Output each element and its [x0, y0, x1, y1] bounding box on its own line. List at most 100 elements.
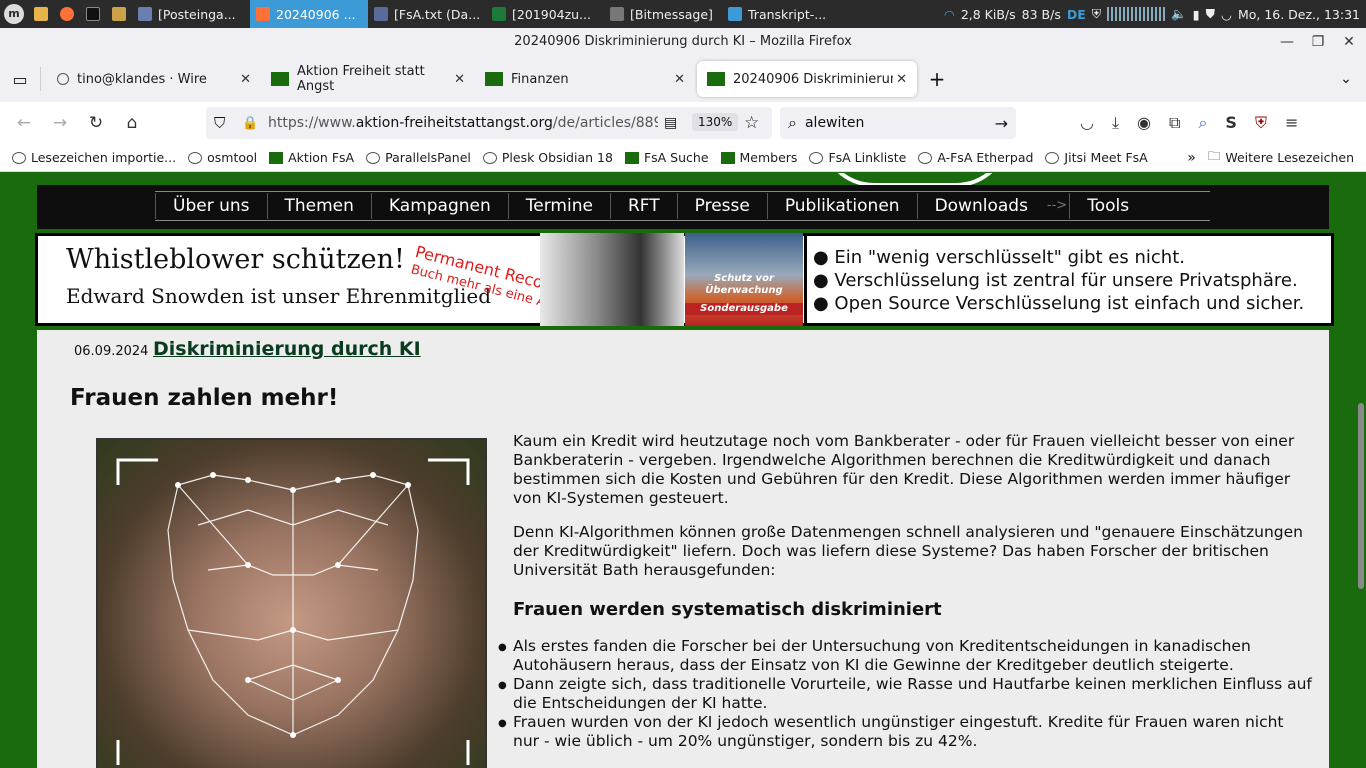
forward-button[interactable]: → [42, 113, 78, 133]
close-tab-icon[interactable]: ✕ [454, 72, 465, 87]
list-item: Als erstes fanden die Forscher bei der U… [498, 637, 1313, 675]
fsa-logo-icon [271, 72, 289, 86]
tracking-shield-icon[interactable]: ⛉ [214, 114, 225, 132]
tab-overview-icon[interactable]: ▭ [0, 70, 40, 89]
other-bookmarks-label: Weitere Lesezeichen [1225, 150, 1354, 165]
close-tab-icon[interactable]: ✕ [674, 72, 685, 87]
ublock-icon[interactable]: ⛨ [1255, 113, 1267, 133]
lock-icon[interactable]: 🔒 [242, 116, 258, 131]
search-extension-icon[interactable]: ⌕ [1198, 113, 1207, 133]
menu-item[interactable]: Publikationen [766, 193, 917, 219]
bookmark-item[interactable]: Members [715, 150, 804, 165]
clock[interactable]: Mo, 16. Dez., 13:31 [1238, 7, 1360, 22]
bookmark-item[interactable]: FsA Linkliste [803, 150, 912, 165]
close-tab-icon[interactable]: ✕ [896, 72, 907, 87]
tab-finanzen[interactable]: Finanzen ✕ [475, 61, 695, 97]
bookmark-label: Members [739, 150, 798, 165]
minimize-button[interactable]: — [1273, 28, 1301, 56]
app-icon [374, 7, 388, 21]
pocket-icon[interactable]: ◡ [1080, 113, 1094, 133]
other-bookmarks-folder[interactable]: 🗀 Weitere Lesezeichen [1202, 147, 1366, 168]
bookmark-star-icon[interactable]: ☆ [744, 113, 759, 133]
more-bookmarks-chevron-icon[interactable]: » [1181, 150, 1202, 166]
menu-item[interactable]: Downloads [916, 193, 1045, 219]
launcher-folder[interactable] [106, 0, 132, 28]
taskbar-item[interactable]: 20240906 ... [250, 0, 368, 28]
bookmark-item[interactable]: A-FsA Etherpad [912, 150, 1039, 165]
taskbar-item[interactable]: Transkript-... [722, 0, 840, 28]
taskbar-item[interactable]: [Posteinga... [132, 0, 250, 28]
menu-item[interactable]: Presse [676, 193, 767, 219]
book-cover[interactable]: Schutz vor Überwachung Sonderausgabe [685, 233, 803, 326]
bookmark-label: ParallelsPanel [385, 150, 471, 165]
bookmark-label: Aktion FsA [288, 150, 355, 165]
menu-launcher[interactable]: m [0, 0, 28, 28]
downloads-icon[interactable]: ⤓ [1112, 113, 1119, 133]
bookmark-item[interactable]: Aktion FsA [263, 150, 360, 165]
zoom-indicator[interactable]: 130% [692, 113, 739, 131]
search-input[interactable]: alewiten [805, 115, 864, 131]
keyboard-layout[interactable]: DE [1067, 7, 1086, 22]
launcher-terminal[interactable] [80, 0, 106, 28]
page-scrollbar[interactable] [1358, 403, 1364, 589]
bookmarks-list: Lesezeichen importie... osmtool Aktion FsA… [6, 150, 1154, 165]
search-bar[interactable]: ⌕ alewiten → [780, 107, 1016, 139]
search-go-icon[interactable]: → [995, 114, 1008, 133]
reload-button[interactable]: ↻ [78, 113, 114, 133]
s-extension-icon[interactable]: S [1225, 113, 1237, 133]
menu-item[interactable]: RFT [609, 193, 677, 219]
update-icon[interactable]: ⛨ [1092, 6, 1101, 22]
url-text[interactable]: https://www.aktion-freiheitstattangst.or… [268, 115, 658, 131]
menu-item[interactable]: Kampagnen [370, 193, 508, 219]
menu-item[interactable]: Themen [266, 193, 371, 219]
app-menu-icon[interactable]: ≡ [1285, 113, 1298, 133]
account-icon[interactable]: ◉ [1137, 113, 1151, 133]
system-panel: m [Posteinga... 20240906 ... [FsA.txt (Da.… [0, 0, 1366, 28]
url-domain: aktion-freiheitstattangst.org [355, 115, 553, 131]
launcher-firefox[interactable] [54, 0, 80, 28]
bookmark-item[interactable]: Jitsi Meet FsA [1039, 150, 1153, 165]
bookmark-label: Jitsi Meet FsA [1064, 150, 1148, 165]
bookmark-item[interactable]: ParallelsPanel [360, 150, 477, 165]
terminal-icon [86, 7, 100, 21]
reader-view-icon[interactable]: ▤ [664, 115, 677, 131]
taskbar-item[interactable]: [FsA.txt (Da... [368, 0, 486, 28]
menu-item[interactable]: Über uns [155, 193, 267, 219]
list-tabs-button[interactable]: ⌄ [1326, 71, 1366, 87]
volume-icon[interactable]: 🔈 [1171, 6, 1187, 22]
bookmark-item[interactable]: Plesk Obsidian 18 [477, 150, 619, 165]
bookmark-icon [918, 151, 933, 164]
shield-icon[interactable]: ⛊ [1206, 6, 1215, 22]
bookmark-item[interactable]: Lesezeichen importie... [6, 150, 182, 165]
maximize-button[interactable]: ❐ [1304, 28, 1332, 56]
tab-wire[interactable]: tino@klandes · Wire ✕ [47, 61, 261, 97]
tab-aktion-fsa[interactable]: Aktion Freiheit statt Angst ✕ [261, 61, 475, 97]
launcher-files[interactable] [28, 0, 54, 28]
extensions-icon[interactable]: ⧉ [1169, 113, 1180, 133]
net-down: 2,8 KiB/s [960, 6, 1016, 22]
bookmark-icon [809, 151, 824, 164]
wifi-icon[interactable]: ◠ [944, 7, 955, 22]
url-bar[interactable]: ⛉ 🔒 https://www.aktion-freiheitstattangs… [206, 107, 772, 139]
whistleblower-banner[interactable]: Whistleblower schützen! Edward Snowden i… [35, 233, 1334, 329]
close-tab-icon[interactable]: ✕ [240, 72, 251, 87]
tab-diskriminierung[interactable]: 20240906 Diskriminierung d ✕ [697, 61, 917, 97]
new-tab-button[interactable]: + [917, 67, 957, 91]
bookmark-label: A-FsA Etherpad [937, 150, 1034, 165]
back-button[interactable]: ← [6, 113, 42, 133]
close-window-button[interactable]: ✕ [1335, 28, 1363, 56]
battery-icon[interactable]: ▮ [1193, 7, 1200, 22]
face-mesh-overlay [116, 458, 470, 765]
taskbar-item-label: [Posteinga... [158, 6, 236, 22]
menu-item[interactable]: Tools [1069, 193, 1146, 219]
bookmark-item[interactable]: FsA Suche [619, 150, 715, 165]
home-button[interactable]: ⌂ [114, 113, 150, 133]
taskbar-item[interactable]: [201904zu... [486, 0, 604, 28]
taskbar-item[interactable]: [Bitmessage] [604, 0, 722, 28]
bookmark-item[interactable]: osmtool [182, 150, 263, 165]
taskbar-item-label: [201904zu... [512, 6, 591, 22]
article-subheading: Frauen werden systematisch diskriminiert [513, 599, 942, 620]
menu-item[interactable]: Termine [507, 193, 610, 219]
article-title-link[interactable]: Diskriminierung durch KI [153, 338, 421, 360]
wifi-status-icon[interactable]: ◡ [1221, 7, 1232, 22]
